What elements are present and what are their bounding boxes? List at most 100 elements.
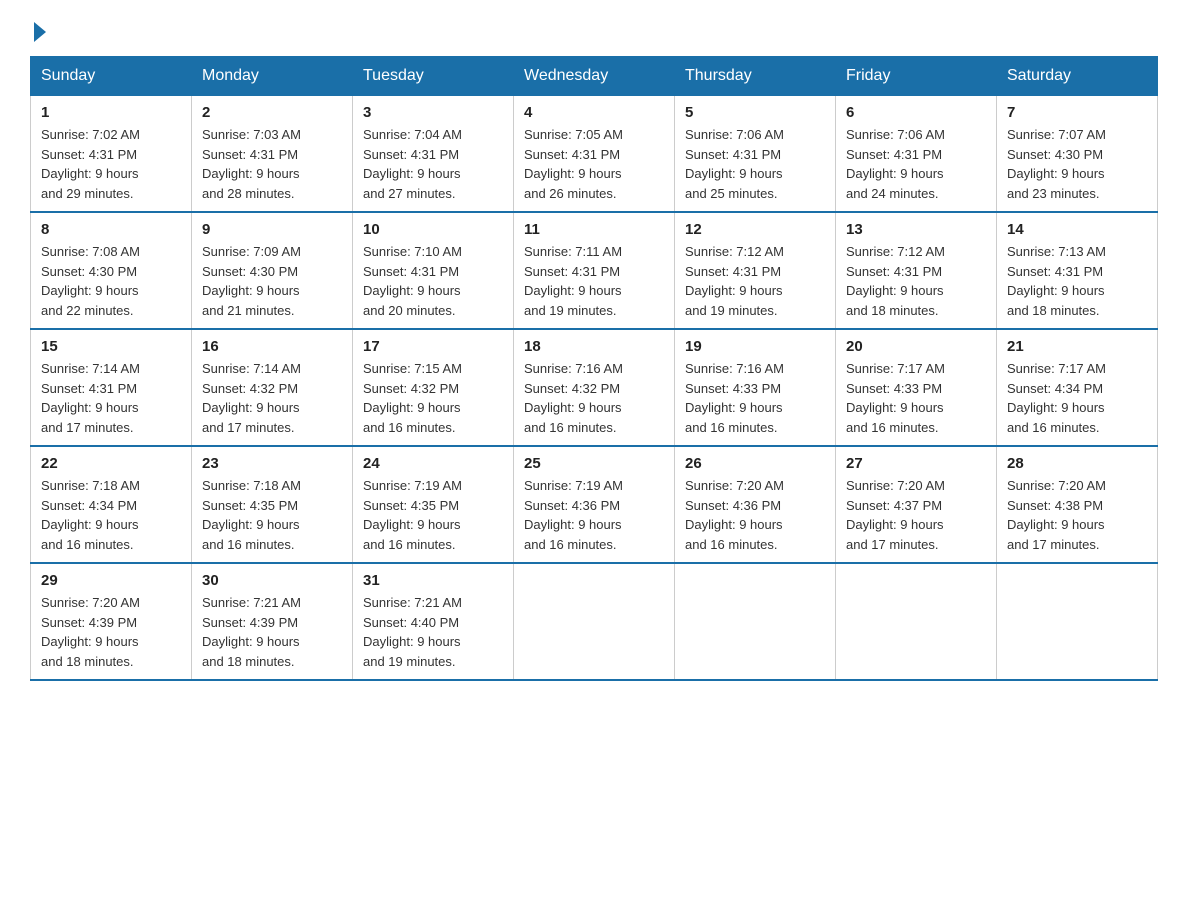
day-number: 1	[41, 104, 181, 121]
day-info: Sunrise: 7:07 AMSunset: 4:30 PMDaylight:…	[1007, 125, 1147, 203]
calendar-cell: 28 Sunrise: 7:20 AMSunset: 4:38 PMDaylig…	[997, 446, 1158, 563]
logo-arrow-icon	[34, 22, 46, 42]
day-number: 2	[202, 104, 342, 121]
day-info: Sunrise: 7:14 AMSunset: 4:31 PMDaylight:…	[41, 359, 181, 437]
calendar-cell: 12 Sunrise: 7:12 AMSunset: 4:31 PMDaylig…	[675, 212, 836, 329]
day-info: Sunrise: 7:12 AMSunset: 4:31 PMDaylight:…	[846, 242, 986, 320]
calendar-week-2: 8 Sunrise: 7:08 AMSunset: 4:30 PMDayligh…	[31, 212, 1158, 329]
day-info: Sunrise: 7:11 AMSunset: 4:31 PMDaylight:…	[524, 242, 664, 320]
day-info: Sunrise: 7:17 AMSunset: 4:33 PMDaylight:…	[846, 359, 986, 437]
calendar-cell: 13 Sunrise: 7:12 AMSunset: 4:31 PMDaylig…	[836, 212, 997, 329]
day-number: 28	[1007, 455, 1147, 472]
day-info: Sunrise: 7:17 AMSunset: 4:34 PMDaylight:…	[1007, 359, 1147, 437]
logo	[30, 20, 46, 38]
day-number: 10	[363, 221, 503, 238]
calendar-cell: 7 Sunrise: 7:07 AMSunset: 4:30 PMDayligh…	[997, 96, 1158, 213]
day-number: 18	[524, 338, 664, 355]
page-header	[30, 20, 1158, 38]
day-number: 14	[1007, 221, 1147, 238]
day-info: Sunrise: 7:18 AMSunset: 4:35 PMDaylight:…	[202, 476, 342, 554]
calendar-cell: 25 Sunrise: 7:19 AMSunset: 4:36 PMDaylig…	[514, 446, 675, 563]
day-info: Sunrise: 7:18 AMSunset: 4:34 PMDaylight:…	[41, 476, 181, 554]
day-number: 22	[41, 455, 181, 472]
calendar-week-3: 15 Sunrise: 7:14 AMSunset: 4:31 PMDaylig…	[31, 329, 1158, 446]
day-info: Sunrise: 7:20 AMSunset: 4:36 PMDaylight:…	[685, 476, 825, 554]
day-number: 31	[363, 572, 503, 589]
day-number: 19	[685, 338, 825, 355]
calendar-cell: 6 Sunrise: 7:06 AMSunset: 4:31 PMDayligh…	[836, 96, 997, 213]
day-info: Sunrise: 7:19 AMSunset: 4:36 PMDaylight:…	[524, 476, 664, 554]
day-number: 30	[202, 572, 342, 589]
calendar-table: SundayMondayTuesdayWednesdayThursdayFrid…	[30, 56, 1158, 681]
day-info: Sunrise: 7:04 AMSunset: 4:31 PMDaylight:…	[363, 125, 503, 203]
calendar-cell: 16 Sunrise: 7:14 AMSunset: 4:32 PMDaylig…	[192, 329, 353, 446]
day-info: Sunrise: 7:21 AMSunset: 4:39 PMDaylight:…	[202, 593, 342, 671]
calendar-cell: 19 Sunrise: 7:16 AMSunset: 4:33 PMDaylig…	[675, 329, 836, 446]
day-number: 8	[41, 221, 181, 238]
day-info: Sunrise: 7:06 AMSunset: 4:31 PMDaylight:…	[685, 125, 825, 203]
calendar-cell: 26 Sunrise: 7:20 AMSunset: 4:36 PMDaylig…	[675, 446, 836, 563]
calendar-cell	[836, 563, 997, 680]
day-number: 29	[41, 572, 181, 589]
column-header-wednesday: Wednesday	[514, 57, 675, 96]
day-number: 7	[1007, 104, 1147, 121]
calendar-cell: 14 Sunrise: 7:13 AMSunset: 4:31 PMDaylig…	[997, 212, 1158, 329]
calendar-cell: 10 Sunrise: 7:10 AMSunset: 4:31 PMDaylig…	[353, 212, 514, 329]
day-info: Sunrise: 7:09 AMSunset: 4:30 PMDaylight:…	[202, 242, 342, 320]
calendar-cell: 15 Sunrise: 7:14 AMSunset: 4:31 PMDaylig…	[31, 329, 192, 446]
calendar-cell: 5 Sunrise: 7:06 AMSunset: 4:31 PMDayligh…	[675, 96, 836, 213]
calendar-cell: 9 Sunrise: 7:09 AMSunset: 4:30 PMDayligh…	[192, 212, 353, 329]
calendar-header-row: SundayMondayTuesdayWednesdayThursdayFrid…	[31, 57, 1158, 96]
day-info: Sunrise: 7:05 AMSunset: 4:31 PMDaylight:…	[524, 125, 664, 203]
calendar-cell: 3 Sunrise: 7:04 AMSunset: 4:31 PMDayligh…	[353, 96, 514, 213]
day-number: 15	[41, 338, 181, 355]
day-info: Sunrise: 7:20 AMSunset: 4:37 PMDaylight:…	[846, 476, 986, 554]
calendar-cell: 22 Sunrise: 7:18 AMSunset: 4:34 PMDaylig…	[31, 446, 192, 563]
logo-top	[30, 20, 46, 42]
calendar-cell: 27 Sunrise: 7:20 AMSunset: 4:37 PMDaylig…	[836, 446, 997, 563]
day-number: 3	[363, 104, 503, 121]
day-info: Sunrise: 7:13 AMSunset: 4:31 PMDaylight:…	[1007, 242, 1147, 320]
calendar-cell: 31 Sunrise: 7:21 AMSunset: 4:40 PMDaylig…	[353, 563, 514, 680]
calendar-cell: 20 Sunrise: 7:17 AMSunset: 4:33 PMDaylig…	[836, 329, 997, 446]
calendar-body: 1 Sunrise: 7:02 AMSunset: 4:31 PMDayligh…	[31, 96, 1158, 681]
day-number: 5	[685, 104, 825, 121]
calendar-cell: 24 Sunrise: 7:19 AMSunset: 4:35 PMDaylig…	[353, 446, 514, 563]
calendar-cell	[675, 563, 836, 680]
calendar-cell	[997, 563, 1158, 680]
day-info: Sunrise: 7:03 AMSunset: 4:31 PMDaylight:…	[202, 125, 342, 203]
day-info: Sunrise: 7:21 AMSunset: 4:40 PMDaylight:…	[363, 593, 503, 671]
day-number: 12	[685, 221, 825, 238]
day-info: Sunrise: 7:15 AMSunset: 4:32 PMDaylight:…	[363, 359, 503, 437]
calendar-cell: 18 Sunrise: 7:16 AMSunset: 4:32 PMDaylig…	[514, 329, 675, 446]
calendar-cell: 4 Sunrise: 7:05 AMSunset: 4:31 PMDayligh…	[514, 96, 675, 213]
calendar-cell: 17 Sunrise: 7:15 AMSunset: 4:32 PMDaylig…	[353, 329, 514, 446]
calendar-cell	[514, 563, 675, 680]
day-number: 27	[846, 455, 986, 472]
day-info: Sunrise: 7:08 AMSunset: 4:30 PMDaylight:…	[41, 242, 181, 320]
day-info: Sunrise: 7:20 AMSunset: 4:39 PMDaylight:…	[41, 593, 181, 671]
calendar-week-5: 29 Sunrise: 7:20 AMSunset: 4:39 PMDaylig…	[31, 563, 1158, 680]
column-header-tuesday: Tuesday	[353, 57, 514, 96]
calendar-cell: 30 Sunrise: 7:21 AMSunset: 4:39 PMDaylig…	[192, 563, 353, 680]
day-number: 4	[524, 104, 664, 121]
day-info: Sunrise: 7:14 AMSunset: 4:32 PMDaylight:…	[202, 359, 342, 437]
day-info: Sunrise: 7:16 AMSunset: 4:32 PMDaylight:…	[524, 359, 664, 437]
calendar-week-4: 22 Sunrise: 7:18 AMSunset: 4:34 PMDaylig…	[31, 446, 1158, 563]
day-info: Sunrise: 7:02 AMSunset: 4:31 PMDaylight:…	[41, 125, 181, 203]
calendar-cell: 2 Sunrise: 7:03 AMSunset: 4:31 PMDayligh…	[192, 96, 353, 213]
column-header-saturday: Saturday	[997, 57, 1158, 96]
calendar-week-1: 1 Sunrise: 7:02 AMSunset: 4:31 PMDayligh…	[31, 96, 1158, 213]
day-number: 17	[363, 338, 503, 355]
day-info: Sunrise: 7:06 AMSunset: 4:31 PMDaylight:…	[846, 125, 986, 203]
column-header-sunday: Sunday	[31, 57, 192, 96]
day-info: Sunrise: 7:19 AMSunset: 4:35 PMDaylight:…	[363, 476, 503, 554]
day-info: Sunrise: 7:12 AMSunset: 4:31 PMDaylight:…	[685, 242, 825, 320]
day-number: 23	[202, 455, 342, 472]
day-number: 25	[524, 455, 664, 472]
calendar-cell: 8 Sunrise: 7:08 AMSunset: 4:30 PMDayligh…	[31, 212, 192, 329]
day-number: 11	[524, 221, 664, 238]
day-number: 6	[846, 104, 986, 121]
calendar-cell: 29 Sunrise: 7:20 AMSunset: 4:39 PMDaylig…	[31, 563, 192, 680]
calendar-cell: 11 Sunrise: 7:11 AMSunset: 4:31 PMDaylig…	[514, 212, 675, 329]
